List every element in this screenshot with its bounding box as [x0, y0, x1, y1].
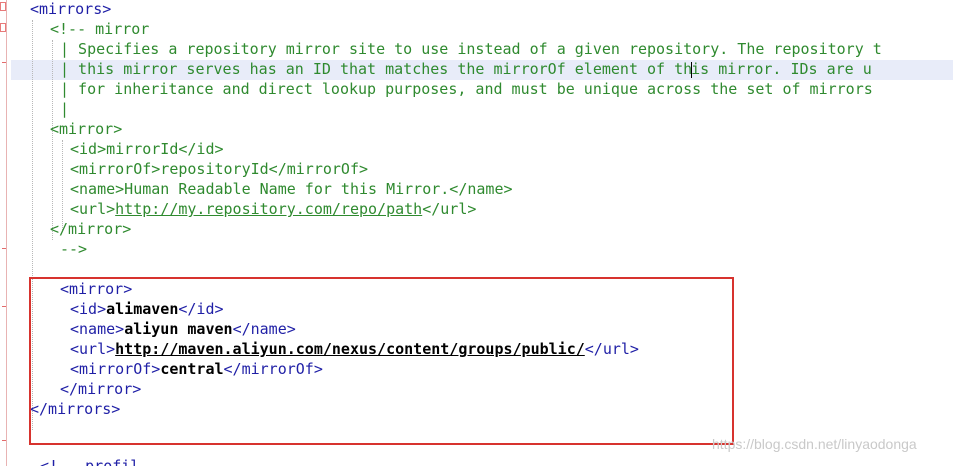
code-token: </url>	[422, 200, 477, 218]
watermark: https://blog.csdn.net/linyaodonga	[712, 436, 917, 452]
code-token: -->	[60, 240, 88, 258]
code-token: | for inheritance and direct lookup purp…	[60, 80, 873, 98]
code-token: </mirror>	[50, 220, 132, 238]
code-token: <!-- mirror	[50, 20, 150, 38]
highlight-box	[29, 277, 734, 445]
code-line-comment-3[interactable]: | for inheritance and direct lookup purp…	[60, 79, 873, 99]
code-line-comment-start[interactable]: <!-- mirror	[50, 19, 149, 39]
code-line-mirrors-open[interactable]: <mirrors>	[30, 0, 111, 19]
cut-off-line: <!-- profil	[40, 457, 140, 466]
code-token: <mirrors>	[30, 0, 112, 18]
code-line-comment-mirror-close[interactable]: </mirror>	[50, 219, 131, 239]
code-token: <url>	[70, 200, 116, 218]
url-link[interactable]: http://my.repository.com/repo/path	[115, 200, 422, 218]
gutter-change-bar	[6, 0, 7, 466]
code-line-comment-url[interactable]: <url>http://my.repository.com/repo/path<…	[70, 199, 476, 219]
indent-guide	[62, 140, 63, 230]
code-line-comment-2[interactable]: | this mirror serves has an ID that matc…	[60, 59, 872, 79]
indent-guide	[52, 40, 53, 240]
code-line-comment-end[interactable]: -->	[60, 239, 87, 259]
code-token: <mirrorOf>repositoryId</mirrorOf>	[70, 160, 369, 178]
code-token: | Specifies a repository mirror site to …	[60, 40, 882, 58]
gutter-tick	[2, 306, 6, 307]
code-line-comment-id[interactable]: <id>mirrorId</id>	[70, 139, 224, 159]
code-token: <name>Human Readable Name for this Mirro…	[70, 180, 513, 198]
code-token: <id>mirrorId</id>	[70, 140, 224, 158]
code-line-comment-mirrorof[interactable]: <mirrorOf>repositoryId</mirrorOf>	[70, 159, 368, 179]
code-line-comment-mirror-open[interactable]: <mirror>	[50, 119, 122, 139]
code-line-comment-name[interactable]: <name>Human Readable Name for this Mirro…	[70, 179, 513, 199]
fold-marker-icon[interactable]	[0, 23, 6, 32]
code-token: is mirror. IDs are u	[691, 60, 872, 78]
fold-marker-icon[interactable]	[0, 2, 6, 11]
gutter-tick	[2, 248, 6, 249]
code-line-comment-1[interactable]: | Specifies a repository mirror site to …	[60, 39, 882, 59]
gutter-tick	[2, 440, 6, 441]
code-line-comment-4[interactable]: |	[60, 99, 69, 119]
code-token: | this mirror serves has an ID that matc…	[60, 60, 693, 78]
code-token: |	[60, 100, 70, 118]
gutter-tick	[2, 62, 6, 63]
code-token: <mirror>	[50, 120, 123, 138]
xml-editor[interactable]: <mirrors> <!-- mirror | Specifies a reposi…	[0, 0, 953, 466]
